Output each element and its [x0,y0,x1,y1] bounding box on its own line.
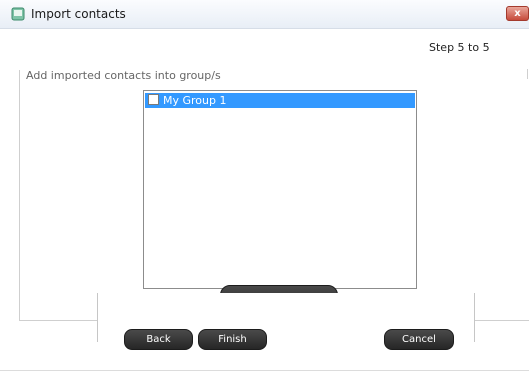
title-bar[interactable]: Import contacts x [0,0,529,29]
close-icon: x [514,8,521,19]
import-contacts-icon [11,7,25,21]
frame-edge [527,69,528,79]
group-section-label: Add imported contacts into group/s [26,69,225,82]
group-listbox[interactable]: My Group 1 [143,90,417,289]
finish-button[interactable]: Finish [198,329,267,350]
step-indicator: Step 5 to 5 [429,41,490,54]
group-checkbox[interactable] [148,94,159,105]
cancel-button[interactable]: Cancel [384,329,454,350]
group-name: My Group 1 [163,94,227,107]
window-bottom-border [0,370,529,371]
back-button[interactable]: Back [124,329,193,350]
window-title: Import contacts [31,7,126,21]
close-button[interactable]: x [506,6,529,21]
list-item-my-group-1[interactable]: My Group 1 [145,93,415,108]
import-contacts-dialog: Import contacts x Step 5 to 5 Add import… [0,0,529,372]
